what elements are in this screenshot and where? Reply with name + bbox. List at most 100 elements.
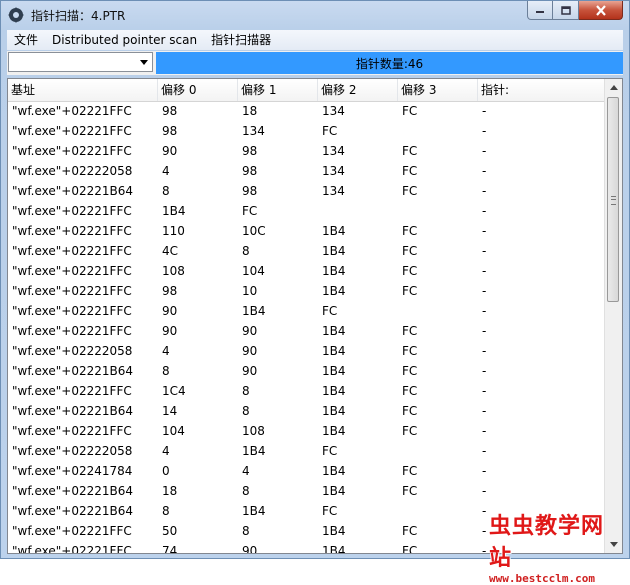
table-cell: "wf.exe"+02221FFC <box>12 544 132 554</box>
table-row[interactable]: "wf.exe"+02222058 4 90 1B4 FC - <box>8 341 606 361</box>
table-cell: - <box>482 364 487 378</box>
table-cell: "wf.exe"+02221B64 <box>12 504 134 518</box>
table-row[interactable]: "wf.exe"+02221FFC 90 98 134 FC - <box>8 141 606 161</box>
table-cell: - <box>482 204 487 218</box>
table-cell: 134 <box>322 144 345 158</box>
title-bar[interactable]: 指针扫描：4.PTR <box>1 1 629 30</box>
table-row[interactable]: "wf.exe"+02221FFC 98 134 FC - <box>8 121 606 141</box>
table-cell: - <box>482 164 487 178</box>
table-row[interactable]: "wf.exe"+02221FFC 90 90 1B4 FC - <box>8 321 606 341</box>
table-cell: 1B4 <box>242 504 266 518</box>
table-cell: FC <box>402 104 418 118</box>
table-cell: "wf.exe"+02221FFC <box>12 304 132 318</box>
scrollbar-thumb[interactable] <box>607 97 619 302</box>
table-row[interactable]: "wf.exe"+02221FFC 1B4 FC - <box>8 201 606 221</box>
watermark-text: 虫虫教学网站 <box>489 514 605 571</box>
table-cell: - <box>482 264 487 278</box>
table-cell: - <box>482 144 487 158</box>
menu-file[interactable]: 文件 <box>7 30 45 50</box>
table-cell: 8 <box>242 524 250 538</box>
table-cell: 4 <box>242 464 250 478</box>
table-cell: 108 <box>242 424 265 438</box>
pointer-count-bar: 指针数量:46 <box>156 52 623 74</box>
table-cell: 90 <box>162 144 178 158</box>
menu-distributed-pointer-scan[interactable]: Distributed pointer scan <box>45 30 204 50</box>
results-table: 基址 偏移 0 偏移 1 偏移 2 偏移 3 指针: "wf.exe"+0222… <box>7 78 623 554</box>
maximize-icon <box>560 5 571 15</box>
table-cell: 8 <box>162 364 170 378</box>
table-cell: FC <box>402 384 418 398</box>
pointer-scan-window: 指针扫描：4.PTR 文件 Distributed pointer scan 指… <box>0 0 630 585</box>
window-title: 指针扫描：4.PTR <box>31 9 126 23</box>
close-button[interactable] <box>579 1 623 20</box>
minimize-button[interactable] <box>527 1 553 20</box>
site-watermark-logo: 虫虫教学网站 www.bestcclm.com <box>489 508 617 585</box>
table-cell: FC <box>402 264 418 278</box>
table-row[interactable]: "wf.exe"+02221FFC 110 10C 1B4 FC - <box>8 221 606 241</box>
scan-select-dropdown[interactable] <box>8 52 153 72</box>
table-row[interactable]: "wf.exe"+02221B64 18 8 1B4 FC - <box>8 481 606 501</box>
table-cell: 1B4 <box>322 364 346 378</box>
table-cell: 10 <box>242 284 258 298</box>
table-cell: 1B4 <box>322 424 346 438</box>
table-cell: 1B4 <box>322 284 346 298</box>
table-cell: 110 <box>162 224 185 238</box>
table-cell: 134 <box>242 124 265 138</box>
column-header-offset-1[interactable]: 偏移 1 <box>238 79 318 101</box>
table-cell: FC <box>402 484 418 498</box>
table-cell: 8 <box>242 384 250 398</box>
column-header-offset-2[interactable]: 偏移 2 <box>318 79 398 101</box>
column-header-points-to[interactable]: 指针: <box>478 79 606 101</box>
table-cell: 50 <box>162 524 178 538</box>
table-cell: FC <box>402 344 418 358</box>
table-cell: FC <box>322 444 338 458</box>
table-row[interactable]: "wf.exe"+02221FFC 90 1B4 FC - <box>8 301 606 321</box>
table-cell: 0 <box>162 464 170 478</box>
table-row[interactable]: "wf.exe"+02221B64 14 8 1B4 FC - <box>8 401 606 421</box>
vertical-scrollbar[interactable] <box>604 79 622 553</box>
column-header-base-address[interactable]: 基址 <box>8 79 158 101</box>
table-cell <box>318 201 402 221</box>
table-cell: 98 <box>162 104 178 118</box>
minimize-icon <box>536 11 544 13</box>
table-cell: 8 <box>242 484 250 498</box>
table-cell: 4 <box>162 344 170 358</box>
column-header-offset-0[interactable]: 偏移 0 <box>158 79 238 101</box>
table-cell: "wf.exe"+02221FFC <box>12 284 132 298</box>
table-cell: 134 <box>322 104 345 118</box>
table-cell: - <box>482 344 487 358</box>
table-cell: 8 <box>162 504 170 518</box>
table-cell: FC <box>402 364 418 378</box>
maximize-button[interactable] <box>553 1 579 20</box>
watermark-url: www.bestcclm.com <box>489 572 595 585</box>
table-header: 基址 偏移 0 偏移 1 偏移 2 偏移 3 指针: <box>8 79 606 102</box>
table-row[interactable]: "wf.exe"+02221FFC 4C 8 1B4 FC - <box>8 241 606 261</box>
table-row[interactable]: "wf.exe"+02221B64 8 98 134 FC - <box>8 181 606 201</box>
table-cell: "wf.exe"+02221B64 <box>12 364 134 378</box>
table-row[interactable]: "wf.exe"+02221FFC 108 104 1B4 FC - <box>8 261 606 281</box>
table-cell <box>398 301 482 321</box>
table-cell: FC <box>322 124 338 138</box>
table-row[interactable]: "wf.exe"+02241784 0 4 1B4 FC - <box>8 461 606 481</box>
table-cell: FC <box>242 204 258 218</box>
table-row[interactable]: "wf.exe"+02221FFC 1C4 8 1B4 FC - <box>8 381 606 401</box>
table-cell: 1B4 <box>322 464 346 478</box>
chevron-down-icon <box>140 60 148 65</box>
menu-pointer-scanner[interactable]: 指针扫描器 <box>204 30 278 50</box>
column-header-offset-3[interactable]: 偏移 3 <box>398 79 478 101</box>
table-row[interactable]: "wf.exe"+02221B64 8 90 1B4 FC - <box>8 361 606 381</box>
table-cell: 8 <box>242 404 250 418</box>
table-cell: 18 <box>162 484 178 498</box>
table-row[interactable]: "wf.exe"+02221FFC 104 108 1B4 FC - <box>8 421 606 441</box>
table-row[interactable]: "wf.exe"+02221FFC 98 10 1B4 FC - <box>8 281 606 301</box>
table-row[interactable]: "wf.exe"+02222058 4 1B4 FC - <box>8 441 606 461</box>
table-cell: 90 <box>242 364 258 378</box>
table-cell: 8 <box>242 244 250 258</box>
table-cell: 18 <box>242 104 258 118</box>
table-cell: 1B4 <box>322 484 346 498</box>
ce-gear-icon <box>8 7 24 23</box>
table-row[interactable]: "wf.exe"+02221FFC 98 18 134 FC - <box>8 101 606 121</box>
table-cell: 90 <box>242 324 258 338</box>
scroll-up-button[interactable] <box>605 79 622 96</box>
table-row[interactable]: "wf.exe"+02222058 4 98 134 FC - <box>8 161 606 181</box>
